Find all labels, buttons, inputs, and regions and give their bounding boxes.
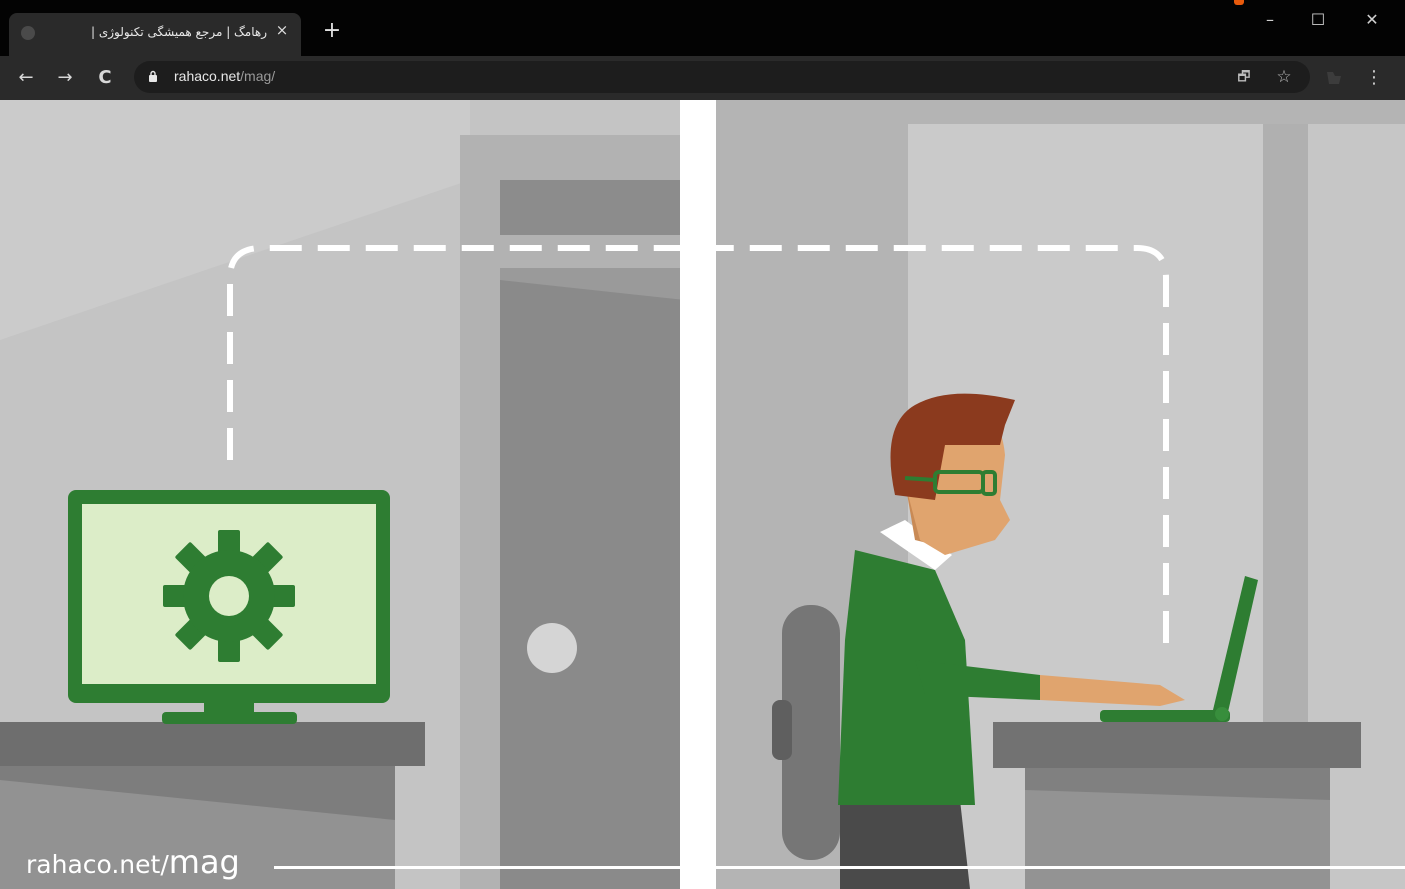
url-text[interactable]: rahaco.net/mag/ [174,68,275,84]
menu-icon[interactable]: ⋮ [1364,66,1384,90]
page-content: rahaco.net/mag [0,100,1405,889]
divider [680,100,716,889]
reload-button[interactable]: C [93,66,117,90]
illustration [0,100,1405,889]
back-button[interactable]: ← [14,66,38,90]
new-tab-button[interactable]: + [320,20,344,44]
browser-toolbar: ← → C rahaco.net/mag/ 🗗 ☆ ⋮ [0,56,1405,100]
maximize-button[interactable]: ☐ [1304,8,1332,32]
browser-title-bar: رهامگ | مرجع همیشگی تکنولوژی | × + – ☐ ✕ [0,0,1405,56]
office-chair [772,605,840,860]
address-bar[interactable]: rahaco.net/mag/ 🗗 ☆ [134,61,1310,93]
close-window-button[interactable]: ✕ [1358,8,1386,32]
indicator-dot [1234,0,1244,5]
right-desk-top [993,722,1361,768]
gear-icon [163,530,295,662]
forward-button[interactable]: → [53,66,77,90]
door-transom [500,180,685,235]
tab-title: رهامگ | مرجع همیشگی تکنولوژی | [90,25,267,39]
watermark-underline [274,866,1405,869]
extension-icon[interactable] [1325,70,1343,86]
translate-icon[interactable]: 🗗 [1234,67,1254,87]
tab-rahamag[interactable]: رهامگ | مرجع همیشگی تکنولوژی | × [9,13,301,56]
minimize-button[interactable]: – [1256,8,1284,32]
watermark-site: rahaco.net/ [26,850,169,879]
tab-favicon-icon [21,26,35,40]
door-knob [527,623,577,673]
computer-monitor [68,490,390,724]
watermark-text: rahaco.net/mag [26,843,240,881]
tab-close-icon[interactable]: × [273,21,291,39]
left-desk-top [0,722,425,766]
bookmark-star-icon[interactable]: ☆ [1274,67,1294,87]
url-domain: rahaco.net [174,68,241,84]
watermark-section: mag [168,843,240,881]
door [500,268,685,889]
lock-icon [149,70,157,82]
url-path: /mag/ [240,68,276,84]
